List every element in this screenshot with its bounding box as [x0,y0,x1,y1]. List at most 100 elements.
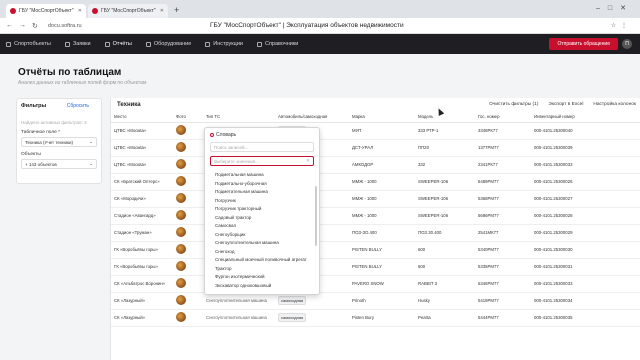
column-header[interactable]: Место [111,112,173,123]
table-field-label: Табличное поле * [21,130,61,135]
table-cell: SWEEPER-106 [415,207,475,225]
column-settings-button[interactable]: Настройка колонок [593,102,636,107]
dropdown-option[interactable]: Садовый трактор [210,214,314,223]
table-row[interactable]: СК «Братский Олтерс»самоходнаяММЖ - 1000… [111,173,640,191]
vehicle-photo-thumbnail[interactable] [176,312,186,322]
table-cell: ПОЗ-ЗО.400 [349,224,415,242]
table-cell: 000-4101.25300033 [531,156,601,174]
dropdown-option[interactable]: Снегоход [210,248,314,257]
table-row[interactable]: ГК «Воробьёвы горы»самоходнаяPISTEN BULL… [111,241,640,259]
table-field-select[interactable]: Техника (Учет техники) ⌄ [21,137,97,147]
photo-cell [173,190,203,208]
select-value: Техника (Учет техники) [25,139,73,145]
search-records-input[interactable]: Поиск записей... [210,142,314,152]
filter-values-input[interactable]: Выберите значения... ✕ [210,156,314,166]
row-actions-cell [601,122,640,140]
dropdown-option[interactable]: Погрузчик тракторный [210,205,314,214]
nav-item-reports[interactable]: Отчёты [104,41,132,47]
reset-filters-link[interactable]: Сбросить [67,103,89,109]
table-row[interactable]: Стадион «Труман»самоходнаяПОЗ-ЗО.400ПОЗ.… [111,224,640,242]
objects-select[interactable]: + 143 объектов ⌄ [21,159,97,169]
export-excel-button[interactable]: Экспорт в Excel [548,102,583,107]
dropdown-option[interactable]: Погрузчик [210,197,314,206]
dropdown-option[interactable]: Фургон изотермический [210,273,314,282]
table-cell: Стадион «Авангард» [111,207,173,225]
dropdown-option[interactable]: Подметально-уборочная [210,180,314,189]
new-tab-button[interactable]: + [174,5,179,15]
dropdown-option[interactable]: Подметальная машина [210,171,314,180]
vehicle-photo-thumbnail[interactable] [176,278,186,288]
site-favicon-icon [92,8,98,14]
dropdown-scrollbar[interactable] [315,186,317,246]
row-actions-cell [601,258,640,276]
close-icon[interactable]: ✕ [306,158,310,164]
vehicle-photo-thumbnail[interactable] [176,227,186,237]
dropdown-option[interactable]: Трактор [210,265,314,274]
nav-label: Оборудование [153,41,192,47]
avatar[interactable]: П [622,39,632,49]
forward-icon[interactable]: → [19,22,26,29]
column-header[interactable]: Фото [173,112,203,123]
window-controls[interactable]: –□✕ [596,4,634,12]
column-header[interactable]: Модель [415,112,475,123]
vehicle-photo-thumbnail[interactable] [176,159,186,169]
table-row[interactable]: ЦТВС «Москва»самоходнаяАМКОДОР3322341РК7… [111,156,640,174]
vehicle-photo-thumbnail[interactable] [176,176,186,186]
dropdown-option[interactable]: Снегоуплотнительная машина [210,239,314,248]
vehicle-photo-thumbnail[interactable] [176,142,186,152]
browser-tab-title: ГБУ "МосСпортОбъект" [19,8,74,14]
vehicle-photo-thumbnail[interactable] [176,244,186,254]
table-row[interactable]: ГК «Воробьёвы горы»самоходнаяPISTEN BULL… [111,258,640,276]
table-row[interactable]: Стадион «Авангард»самоходнаяММЖ - 1000SW… [111,207,640,225]
browser-tab-2[interactable]: ГБУ "МосСпортОбъект" ✕ [88,4,168,18]
dropdown-option[interactable]: Специальный моечный поливочный агрегат [210,256,314,265]
dropdown-option[interactable]: Экскаватор одноковшовый [210,282,314,291]
vehicle-photo-thumbnail[interactable] [176,193,186,203]
table-cell: СК «Мородичи» [111,190,173,208]
table-cell: Prinoth [349,292,415,310]
table-cell: ММЖ - 1000 [349,207,415,225]
nav-item-instructions[interactable]: Инструкции [205,41,243,47]
nav-item-equipment[interactable]: Оборудование [145,41,192,47]
vehicle-photo-thumbnail[interactable] [176,125,186,135]
table-row[interactable]: СК «Лазурный» Снегоуплотнительная машина с… [111,309,640,327]
row-actions-cell [601,224,640,242]
column-header-extra [601,112,640,123]
vehicle-photo-thumbnail[interactable] [176,210,186,220]
column-header[interactable]: Инвентарный номер [531,112,601,123]
browser-tab-1[interactable]: ГБУ "МосСпортОбъект" ✕ [6,4,86,18]
reload-icon[interactable]: ↻ [32,22,38,30]
table-cell: ДСТ-УРАЛ [349,139,415,157]
table-row[interactable]: СК «Мородичи»самоходнаяММЖ - 1000SWEEPER… [111,190,640,208]
vehicle-type-dropdown[interactable]: Словарь Поиск записей... Выберите значен… [204,127,320,295]
table-row[interactable]: СК «Лазурный» Снегоуплотнительная машина с… [111,292,640,310]
vehicle-photo-thumbnail[interactable] [176,295,186,305]
table-cell: Husky [415,292,475,310]
table-row[interactable]: ЦТВС «Москва»самоходнаяДСТ-УРАЛПП201377Р… [111,139,640,157]
browser-menu-icons[interactable]: ☆⋮ [611,22,632,29]
nav-item-sport-objects[interactable]: Спортобъекты [6,41,51,47]
table-cell: Снегоуплотнительная машина [203,309,275,327]
nav-item-dictionaries[interactable]: Справочники [256,41,298,47]
requests-icon [64,41,70,47]
send-request-button[interactable]: Отправить обращение [549,38,618,50]
vehicle-photo-thumbnail[interactable] [176,261,186,271]
column-header[interactable]: Марка [349,112,415,123]
clear-filters-button[interactable]: Очистить фильтры (1) [489,102,538,107]
nav-item-requests[interactable]: Заявки [64,41,91,47]
column-header[interactable]: Автомобиль/самоходная [275,112,349,123]
close-tab-icon[interactable]: ✕ [78,8,82,14]
column-header[interactable]: Гос. номер [475,112,531,123]
table-row[interactable]: СК «Альбатрос Воронин»Снегоуплотнительна… [111,275,640,293]
table-row[interactable]: ЦТВС «Москва»самоходнаяМУП333 РТР-13348Р… [111,122,640,140]
table-cell: 332 [415,156,475,174]
row-actions-cell [601,275,640,293]
photo-cell [173,241,203,259]
column-header[interactable]: Тип ТС [203,112,275,123]
dropdown-option[interactable]: Самосвал [210,222,314,231]
dropdown-option[interactable]: Снегоуборщик [210,231,314,240]
close-tab-icon[interactable]: ✕ [160,8,164,14]
url-field[interactable]: docu.softra.ru [48,23,178,29]
dropdown-option[interactable]: Подметательная машина [210,188,314,197]
back-icon[interactable]: ← [6,22,13,29]
